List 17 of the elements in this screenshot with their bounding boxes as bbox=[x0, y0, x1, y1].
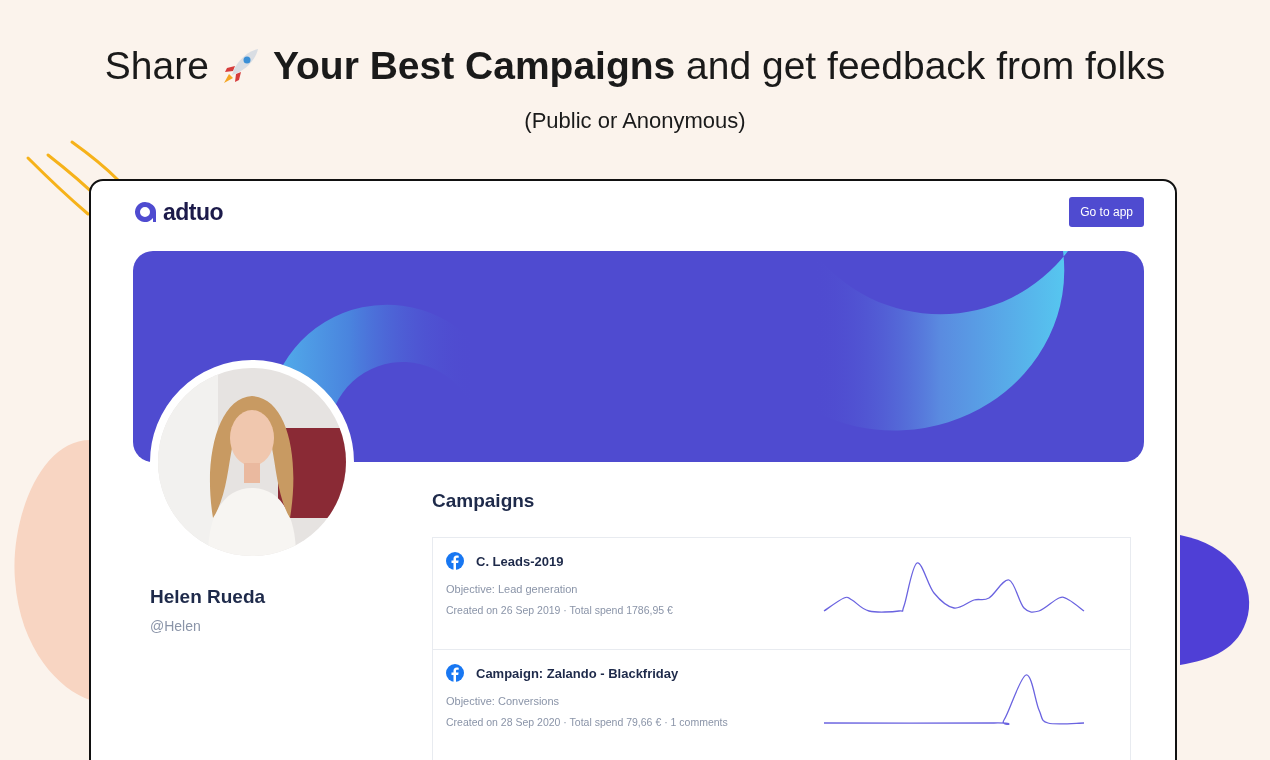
subtitle: (Public or Anonymous) bbox=[524, 108, 746, 134]
campaign-objective: Objective: Lead generation bbox=[446, 583, 579, 595]
campaign-title: Campaign: Zalando - Blackfriday bbox=[476, 665, 679, 681]
campaign-objective: Objective: Conversions bbox=[446, 695, 561, 707]
profile-name: Helen Rueda bbox=[150, 586, 267, 608]
facebook-icon bbox=[446, 552, 464, 570]
campaign-title: C. Leads-2019 bbox=[476, 553, 564, 569]
headline-text: Share bbox=[104, 44, 209, 88]
campaign-meta: Created on 28 Sep 2020 · Total spend 79,66 € · 1 comments bbox=[446, 716, 728, 728]
campaign-meta: Created on 26 Sep 2019 · Total spend 1786,95 € bbox=[446, 604, 673, 616]
profile-handle: @Helen bbox=[150, 618, 202, 634]
section-title: Campaigns bbox=[432, 490, 536, 512]
headline-text: Your Best Campaigns and get feedback from folks bbox=[272, 44, 1166, 88]
logo-icon bbox=[133, 200, 157, 224]
facebook-icon bbox=[446, 664, 464, 682]
go-to-app-button[interactable]: Go to app bbox=[1069, 197, 1144, 227]
logo-text: adtuo bbox=[163, 198, 224, 226]
